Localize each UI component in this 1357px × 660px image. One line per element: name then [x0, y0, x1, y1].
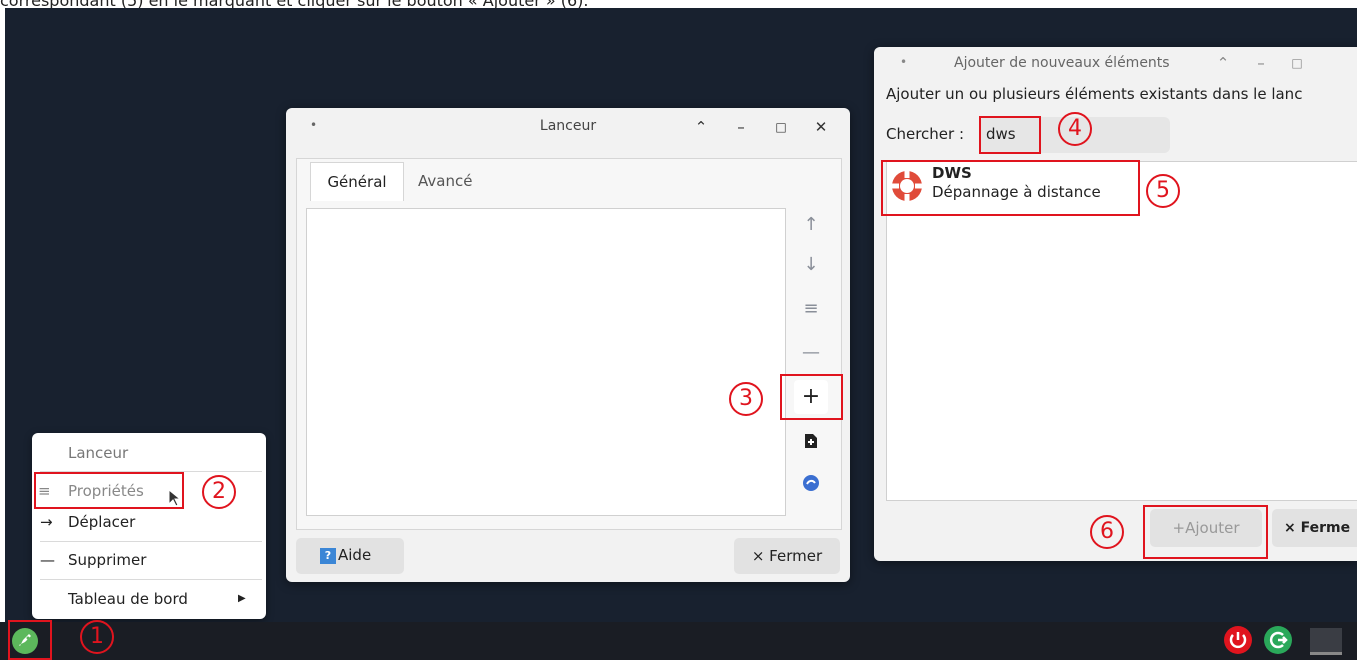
power-icon[interactable] [1224, 626, 1252, 654]
annotation-box-4 [979, 116, 1041, 154]
list-properties-icon[interactable]: ≡ [794, 292, 828, 326]
close-button[interactable]: × Ferme [1272, 509, 1357, 547]
annotation-number-6: 6 [1090, 515, 1124, 549]
annotation-number-3: 3 [729, 382, 763, 416]
menu-title: Lanceur [68, 444, 129, 462]
close-button[interactable]: × Fermer [734, 538, 840, 574]
remove-icon: — [40, 551, 55, 569]
minimize-icon[interactable]: – [732, 118, 750, 136]
menu-separator [40, 579, 262, 580]
maximize-icon[interactable]: □ [1288, 56, 1306, 70]
move-up-icon[interactable]: ↑ [794, 208, 828, 242]
annotation-number-1: 1 [80, 620, 114, 654]
annotation-box-2 [34, 472, 184, 509]
annotation-box-6 [1143, 505, 1268, 559]
shade-icon[interactable]: ⌃ [1214, 54, 1232, 72]
annotation-number-4: 4 [1058, 112, 1092, 146]
launcher-item-list[interactable] [306, 208, 786, 516]
move-down-icon[interactable]: ↓ [794, 248, 828, 282]
annotation-box-1 [8, 620, 52, 660]
context-menu: Lanceur ≡ Propriétés → Déplacer — Suppri… [32, 433, 266, 619]
show-desktop-icon[interactable] [1310, 628, 1342, 655]
menu-item-delete[interactable]: — Supprimer [32, 543, 264, 579]
window-menu-dot[interactable]: • [900, 55, 907, 69]
annotation-box-5 [881, 160, 1140, 216]
launcher-window: • Lanceur ⌃ – □ ✕ Général Avancé ↑ ↓ ≡ —… [286, 108, 850, 582]
remove-item-icon[interactable]: — [794, 336, 828, 370]
help-icon: ? [320, 548, 336, 564]
shade-icon[interactable]: ⌃ [692, 118, 710, 136]
annotation-box-3 [780, 374, 843, 420]
help-button[interactable]: ? Aide [296, 538, 404, 574]
launcher-titlebar[interactable]: • Lanceur ⌃ – □ ✕ [286, 108, 850, 148]
annotation-number-5: 5 [1146, 174, 1180, 208]
tab-avance[interactable]: Avancé [418, 162, 478, 200]
add-items-titlebar[interactable]: • Ajouter de nouveaux éléments ⌃ – □ [874, 47, 1357, 81]
add-items-window: • Ajouter de nouveaux éléments ⌃ – □ Ajo… [874, 47, 1357, 561]
menu-item-move-label: Déplacer [68, 513, 136, 531]
submenu-arrow-icon: ▶ [238, 593, 246, 604]
menu-item-dashboard[interactable]: Tableau de bord ▶ [32, 582, 264, 618]
add-items-description: Ajouter un ou plusieurs éléments existan… [886, 85, 1303, 103]
annotation-number-2: 2 [202, 475, 236, 509]
launcher-title: Lanceur [539, 118, 597, 134]
menu-item-delete-label: Supprimer [68, 551, 147, 569]
menu-item-move[interactable]: → Déplacer [32, 505, 264, 541]
taskbar [0, 622, 1357, 660]
link-item-icon[interactable] [794, 466, 828, 500]
logout-icon[interactable] [1264, 626, 1292, 654]
maximize-icon[interactable]: □ [772, 120, 790, 134]
close-icon[interactable]: ✕ [812, 118, 830, 136]
tab-general[interactable]: Général [310, 162, 404, 201]
menu-item-dashboard-label: Tableau de bord [68, 590, 188, 608]
add-items-title: Ajouter de nouveaux éléments [954, 55, 1170, 71]
help-label: Aide [338, 546, 372, 564]
new-item-icon[interactable] [794, 424, 828, 458]
menu-separator [40, 541, 262, 542]
arrow-right-icon: → [40, 513, 53, 531]
search-label: Chercher : [886, 125, 965, 143]
minimize-icon[interactable]: – [1252, 54, 1270, 72]
